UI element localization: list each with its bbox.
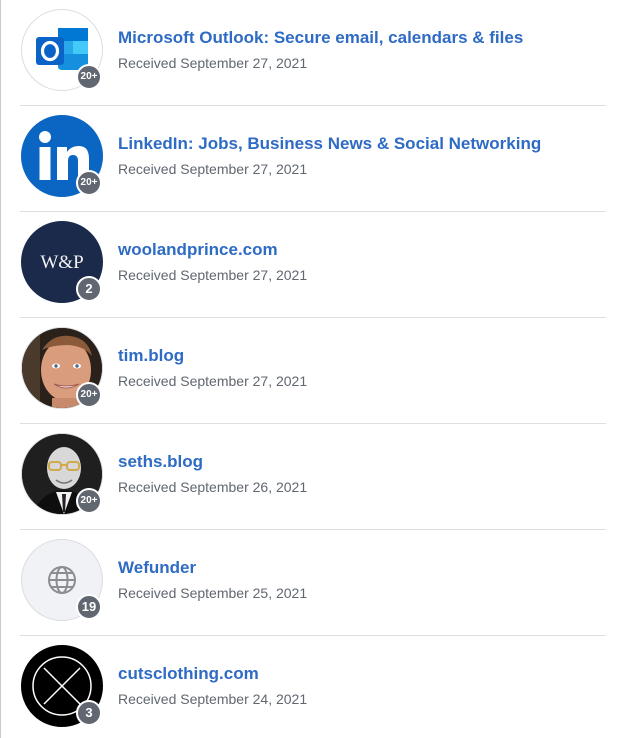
list-item[interactable]: 20+ tim.blog Received September 27, 2021: [20, 318, 606, 424]
received-date: Received September 24, 2021: [118, 691, 308, 707]
avatar[interactable]: 20+: [21, 9, 103, 91]
subscription-title-link[interactable]: woolandprince.com: [118, 239, 307, 261]
received-date: Received September 26, 2021: [118, 479, 308, 495]
subscription-title-link[interactable]: seths.blog: [118, 451, 307, 473]
avatar[interactable]: 3: [21, 645, 103, 727]
logo-text: W&P: [40, 252, 83, 273]
list-item[interactable]: 20+ Microsoft Outlook: Secure email, cal…: [20, 0, 606, 106]
item-count-badge: 20+: [76, 170, 102, 196]
subscription-title-link[interactable]: Microsoft Outlook: Secure email, calenda…: [118, 27, 523, 49]
subscription-title-link[interactable]: tim.blog: [118, 345, 307, 367]
item-count-badge: 20+: [76, 382, 102, 408]
received-date: Received September 27, 2021: [118, 267, 308, 283]
avatar[interactable]: W&P 2: [21, 221, 103, 303]
list-item[interactable]: 3 cutsclothing.com Received September 24…: [20, 636, 606, 738]
item-count-badge: 20+: [76, 64, 102, 90]
list-item[interactable]: 20+ LinkedIn: Jobs, Business News & Soci…: [20, 106, 606, 212]
item-count-badge: 3: [76, 700, 102, 726]
subscription-list: 20+ Microsoft Outlook: Secure email, cal…: [20, 0, 606, 738]
item-count-badge: 2: [76, 276, 102, 302]
subscription-title-link[interactable]: LinkedIn: Jobs, Business News & Social N…: [118, 133, 541, 155]
received-date: Received September 27, 2021: [118, 55, 308, 71]
item-count-badge: 19: [76, 594, 102, 620]
avatar[interactable]: 20+: [21, 327, 103, 409]
avatar[interactable]: 20+: [21, 115, 103, 197]
avatar[interactable]: 19: [21, 539, 103, 621]
avatar[interactable]: 20+: [21, 433, 103, 515]
subscription-title-link[interactable]: Wefunder: [118, 557, 307, 579]
item-count-badge: 20+: [76, 488, 102, 514]
list-item[interactable]: 20+ seths.blog Received September 26, 20…: [20, 424, 606, 530]
list-item[interactable]: W&P 2 woolandprince.com Received Septemb…: [20, 212, 606, 318]
subscription-title-link[interactable]: cutsclothing.com: [118, 663, 307, 685]
received-date: Received September 27, 2021: [118, 161, 308, 177]
received-date: Received September 27, 2021: [118, 373, 308, 389]
received-date: Received September 25, 2021: [118, 585, 308, 601]
list-item[interactable]: 19 Wefunder Received September 25, 2021: [20, 530, 606, 636]
left-panel-border: [0, 0, 1, 738]
